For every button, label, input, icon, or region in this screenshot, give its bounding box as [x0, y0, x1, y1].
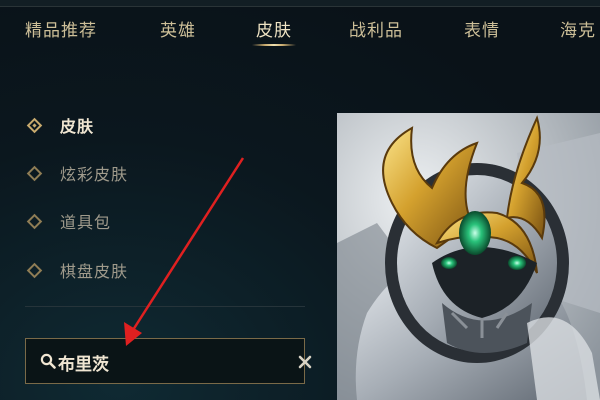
- tab-loot[interactable]: 战利品: [349, 16, 403, 41]
- champion-skin-artwork: [337, 113, 600, 400]
- sidebar-item-label: 炫彩皮肤: [60, 165, 129, 184]
- sidebar-item-board-skins[interactable]: 棋盘皮肤: [26, 258, 129, 282]
- sidebar-item-label: 皮肤: [60, 117, 95, 136]
- tab-hextech[interactable]: 海克: [560, 16, 596, 41]
- search-icon: [40, 353, 56, 369]
- diamond-icon: [26, 117, 43, 133]
- sidebar-divider: [25, 306, 305, 307]
- skin-preview-image[interactable]: [337, 113, 600, 400]
- tab-skins[interactable]: 皮肤: [256, 16, 292, 41]
- diamond-icon: [26, 165, 43, 181]
- diamond-icon: [26, 213, 43, 229]
- tab-featured[interactable]: 精品推荐: [25, 16, 97, 41]
- tab-emotes[interactable]: 表情: [464, 16, 500, 41]
- sidebar-item-label: 棋盘皮肤: [60, 262, 129, 281]
- sidebar-item-label: 道具包: [60, 213, 112, 232]
- store-tabs: 精品推荐 英雄 皮肤 战利品 表情 海克: [0, 16, 600, 46]
- sidebar-item-bundles[interactable]: 道具包: [26, 209, 112, 233]
- close-icon[interactable]: [296, 353, 314, 371]
- top-bar: [0, 0, 600, 7]
- sidebar-item-chromas[interactable]: 炫彩皮肤: [26, 161, 129, 185]
- diamond-icon: [26, 262, 43, 278]
- sidebar-item-skins[interactable]: 皮肤: [26, 113, 95, 137]
- active-tab-indicator: [252, 44, 296, 46]
- search-input[interactable]: [58, 349, 278, 375]
- tab-champions[interactable]: 英雄: [160, 16, 196, 41]
- search-box[interactable]: [25, 338, 312, 384]
